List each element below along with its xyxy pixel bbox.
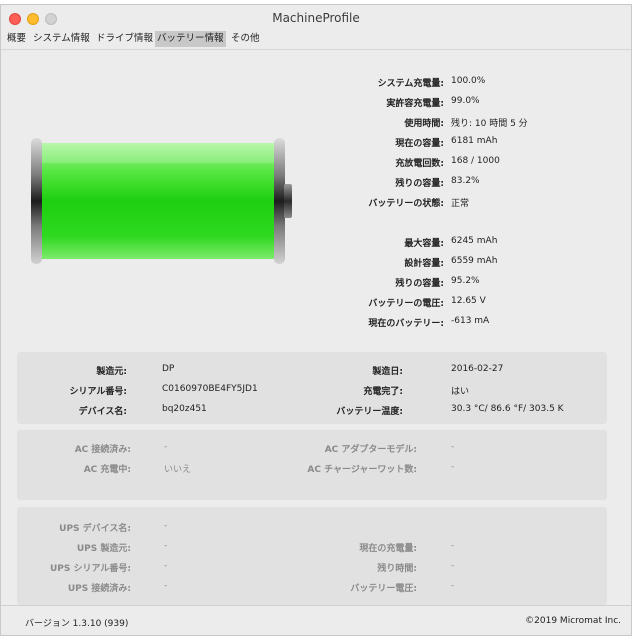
field-value: - [164,521,168,531]
field-value: -613 mA [451,316,490,326]
field-label: 現在の充電量: [359,544,417,554]
field-value: はい [451,387,470,397]
tab-system-info[interactable]: システム情報 [31,31,92,47]
field-label: UPS 製造元: [76,544,131,554]
field-label: 残り時間: [377,564,417,574]
field-label: AC 接続済み: [74,445,131,455]
tab-battery-info[interactable]: バッテリー情報 [155,31,226,47]
field-value: 30.3 °C/ 86.6 °F/ 303.5 K [451,404,564,414]
field-label: バッテリー電圧: [350,584,417,594]
tab-other[interactable]: その他 [229,31,262,47]
tab-bar: 概要 システム情報 ドライブ情報 バッテリー情報 その他 [1,29,631,49]
field-label: バッテリーの状態: [368,199,444,209]
field-label: 残りの容量: [395,279,444,289]
field-label: AC アダプターモデル: [324,445,417,455]
field-label: 製造日: [372,367,403,377]
field-label: 現在のバッテリー: [368,319,444,329]
field-value: C0160970BE4FY5JD1 [162,384,258,394]
field-value: - [164,581,168,591]
field-label: シリアル番号: [69,387,127,397]
field-label: 使用時間: [404,119,444,129]
tab-drive-info[interactable]: ドライブ情報 [94,31,155,47]
field-value: 正常 [451,199,470,209]
tab-overview[interactable]: 概要 [5,31,28,47]
field-value: 100.0% [451,76,486,86]
field-label: システム充電量: [377,79,444,89]
field-label: 実許容充電量: [386,99,444,109]
field-label: UPS デバイス名: [59,524,131,534]
field-value: 残り: 10 時間 5 分 [451,119,528,129]
field-value: - [451,442,455,452]
field-value: - [451,561,455,571]
field-value: - [164,541,168,551]
title-bar: MachineProfile [1,5,631,29]
field-value: bq20z451 [162,404,207,414]
field-value: DP [162,364,175,374]
field-label: AC 充電中: [83,465,131,475]
field-label: AC チャージャーワット数: [307,465,417,475]
battery-info-content: システム充電量: 100.0% 実許容充電量: 99.0% 使用時間: 残り: 10 時間… [1,49,631,606]
battery-icon [31,138,292,264]
window-title: MachineProfile [272,11,360,25]
field-label: バッテリー温度: [336,407,403,417]
field-value: 168 / 1000 [451,156,500,166]
copyright-label: ©2019 Micromat Inc. [525,616,621,626]
field-value: 6181 mAh [451,136,498,146]
field-value: 99.0% [451,96,480,106]
field-label: UPS 接続済み: [67,584,131,594]
field-label: 設計容量: [404,259,444,269]
field-value: - [164,442,168,452]
field-value: - [451,462,455,472]
field-value: 6245 mAh [451,236,498,246]
app-window: MachineProfile 概要 システム情報 ドライブ情報 バッテリー情報 … [0,4,632,636]
field-label: 製造元: [96,367,127,377]
field-label: デバイス名: [78,407,127,417]
field-value: 95.2% [451,276,480,286]
field-label: 最大容量: [404,239,444,249]
field-value: 6559 mAh [451,256,498,266]
field-label: 充電完了: [363,387,403,397]
field-value: - [451,541,455,551]
ups-panel: UPS デバイス名: - UPS 製造元: - UPS シリアル番号: - UPS 接続済み… [17,507,607,605]
field-label: 現在の容量: [395,139,444,149]
field-label: 充放電回数: [395,159,444,169]
field-value: - [164,561,168,571]
field-label: UPS シリアル番号: [49,564,131,574]
version-label: バージョン 1.3.10 (939) [25,619,129,629]
field-label: バッテリーの電圧: [368,299,444,309]
field-value: - [451,581,455,591]
field-value: いいえ [164,465,192,475]
field-value: 2016-02-27 [451,364,504,374]
footer: バージョン 1.3.10 (939) ©2019 Micromat Inc. [1,605,631,635]
field-value: 12.65 V [451,296,486,306]
info-panel: 製造元: DP シリアル番号: C0160970BE4FY5JD1 デバイス名: bq20… [17,352,607,424]
field-label: 残りの容量: [395,179,444,189]
ac-panel: AC 接続済み: - AC 充電中: いいえ AC アダプターモデル: - AC チャージャ… [17,430,607,500]
field-value: 83.2% [451,176,480,186]
